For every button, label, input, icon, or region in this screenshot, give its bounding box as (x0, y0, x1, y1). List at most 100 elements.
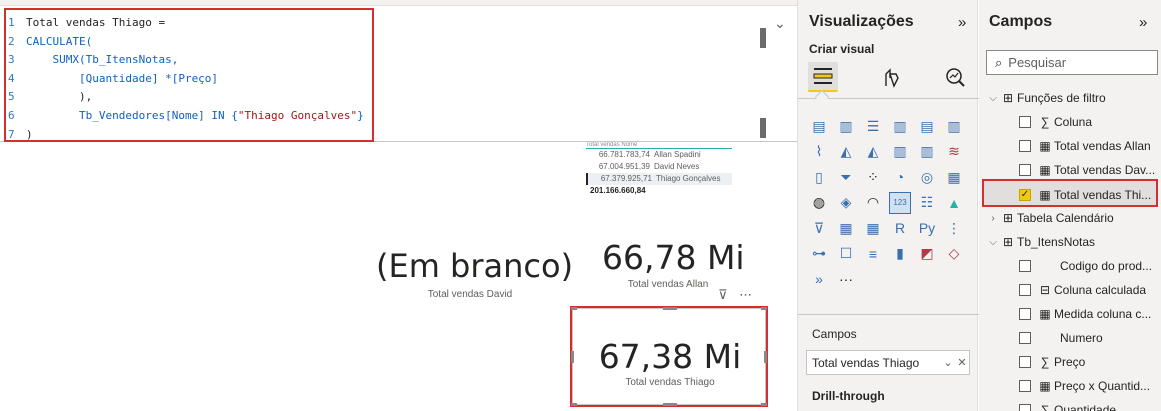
chevron-down-icon[interactable]: ⌄ (941, 356, 955, 369)
key-influencers-icon[interactable]: ⋮ (943, 217, 965, 239)
resize-handle-corner[interactable] (571, 403, 577, 406)
area-chart-icon[interactable]: ◭ (835, 141, 857, 163)
code-line[interactable]: 1 Total vendas Thiago = (8, 14, 372, 33)
r-visual-icon[interactable]: R (889, 217, 911, 239)
table-icon[interactable]: ▦ (835, 217, 857, 239)
field-item[interactable]: ▦ Preço x Quantid... (1019, 375, 1150, 397)
field-item[interactable]: ▦ Medida coluna c... (1019, 303, 1151, 325)
filter-icon[interactable]: ⊽ (718, 287, 728, 302)
collapse-visualizations-icon[interactable]: » (958, 14, 966, 31)
field-checkbox[interactable] (1019, 284, 1031, 296)
more-options-icon[interactable]: ⋯ (739, 287, 752, 302)
stacked-column-icon[interactable]: ▥ (835, 115, 857, 137)
kpi-icon[interactable]: ▲ (943, 192, 965, 214)
card-thiago-selected[interactable]: 67,38 Mi Total vendas Thiago (570, 306, 768, 407)
field-checkbox[interactable] (1019, 164, 1031, 176)
pie-chart-icon[interactable]: ◔ (889, 166, 911, 188)
percent-bar-icon[interactable]: ▤ (916, 115, 938, 137)
scatter-icon[interactable]: ⁘ (862, 166, 884, 188)
field-checkbox[interactable] (1019, 332, 1031, 344)
resize-handle-top[interactable] (663, 307, 677, 310)
treemap-icon[interactable]: ▦ (943, 166, 965, 188)
chevron-down-icon[interactable]: ⌵ (987, 93, 999, 104)
decomposition-tree-icon[interactable]: ⊶ (808, 243, 830, 265)
field-item[interactable]: ∑ Quantidade (1019, 399, 1116, 411)
build-visual-icon[interactable] (808, 62, 838, 92)
code-line[interactable]: 4 [Quantidade] *[Preço] (8, 70, 372, 89)
table-visual[interactable]: Total vendas Nome 66.781.783,74 Allan Spa… (586, 142, 732, 197)
waterfall-icon[interactable]: ▯ (808, 166, 830, 188)
field-checkbox[interactable] (1019, 140, 1031, 152)
clustered-bar-icon[interactable]: ☰ (862, 115, 884, 137)
more-visuals-icon[interactable]: ··· (835, 268, 857, 290)
code-line[interactable]: 6 Tb_Vendedores[Nome] IN {"Thiago Gonçal… (8, 107, 372, 126)
filled-map-icon[interactable]: ◈ (835, 192, 857, 214)
power-automate-icon[interactable]: » (808, 268, 830, 290)
paginated-report-icon[interactable]: ▮ (889, 243, 911, 265)
table-node[interactable]: ⌵ ⊞ Tb_ItensNotas (987, 231, 1095, 253)
resize-handle-corner[interactable] (761, 403, 767, 406)
ribbon-chart-icon[interactable]: ≋ (943, 141, 965, 163)
code-line[interactable]: 7) (8, 126, 372, 145)
editor-scrollbar-thumb[interactable] (760, 28, 766, 48)
field-checkbox[interactable] (1019, 260, 1031, 272)
smart-narrative-icon[interactable]: ≡ (862, 243, 884, 265)
search-box[interactable]: ⌕ Pesquisar (986, 50, 1158, 75)
table-node[interactable]: › ⊞ Tabela Calendário (987, 207, 1113, 229)
editor-scrollbar-end[interactable] (760, 118, 766, 138)
table-row[interactable]: 66.781.783,74 Allan Spadini (586, 149, 732, 161)
field-checkbox[interactable] (1019, 356, 1031, 368)
collapse-fields-icon[interactable]: » (1139, 14, 1147, 31)
chevron-down-icon[interactable]: ⌵ (987, 237, 999, 248)
field-item[interactable]: ✓ ▦ Total vendas Thi... (1019, 184, 1151, 206)
table-node[interactable]: ⌵ ⊞ Funções de filtro (987, 87, 1106, 109)
multirow-card-icon[interactable]: ☷ (916, 192, 938, 214)
line-stacked-column-icon[interactable]: ▥ (916, 141, 938, 163)
chevron-right-icon[interactable]: › (987, 213, 999, 224)
code-line[interactable]: 2 CALCULATE( (8, 33, 372, 52)
field-item[interactable]: ▦ Total vendas Dav... (1019, 159, 1155, 181)
qa-icon[interactable]: ☐ (835, 243, 857, 265)
table-row[interactable]: 67.004.951,39 David Neves (586, 161, 732, 173)
formula-bar[interactable]: 1 Total vendas Thiago = 2 CALCULATE(3 SUMX(… (0, 6, 797, 142)
percent-column-icon[interactable]: ▥ (943, 115, 965, 137)
line-column-icon[interactable]: ▥ (889, 141, 911, 163)
format-visual-icon[interactable] (876, 62, 906, 92)
report-canvas[interactable]: 1 Total vendas Thiago = 2 CALCULATE(3 SUMX(… (0, 0, 797, 411)
line-chart-icon[interactable]: ⌇ (808, 141, 830, 163)
field-checkbox[interactable]: ✓ (1019, 189, 1031, 201)
dax-editor[interactable]: 1 Total vendas Thiago = 2 CALCULATE(3 SUMX(… (4, 8, 374, 142)
field-item[interactable]: ▦ Total vendas Allan (1019, 135, 1151, 157)
matrix-icon[interactable]: ▦ (862, 217, 884, 239)
python-visual-icon[interactable]: Py (916, 217, 938, 239)
funnel-icon[interactable]: ⏷ (835, 166, 857, 188)
field-item[interactable]: ⊟ Coluna calculada (1019, 279, 1146, 301)
power-apps-icon[interactable]: ◇ (943, 243, 965, 265)
field-item[interactable]: Numero (1019, 327, 1103, 349)
stacked-area-icon[interactable]: ◭ (862, 141, 884, 163)
field-checkbox[interactable] (1019, 308, 1031, 320)
stacked-bar-icon[interactable]: ▤ (808, 115, 830, 137)
donut-chart-icon[interactable]: ◎ (916, 166, 938, 188)
card-icon[interactable]: 123 (889, 191, 911, 214)
analytics-icon[interactable] (940, 62, 970, 92)
resize-handle-corner[interactable] (571, 307, 577, 310)
field-checkbox[interactable] (1019, 116, 1031, 128)
clustered-column-icon[interactable]: ▥ (889, 115, 911, 137)
resize-handle-corner[interactable] (761, 307, 767, 310)
slicer-icon[interactable]: ⊽ (808, 217, 830, 239)
arcgis-map-icon[interactable]: ◩ (916, 243, 938, 265)
resize-handle-bottom[interactable] (663, 403, 677, 406)
close-icon[interactable]: ✕ (955, 356, 969, 369)
field-item[interactable]: ∑ Coluna (1019, 111, 1092, 133)
field-checkbox[interactable] (1019, 380, 1031, 392)
code-line[interactable]: 5 ), (8, 88, 372, 107)
gauge-icon[interactable]: ◠ (862, 192, 884, 214)
field-checkbox[interactable] (1019, 404, 1031, 411)
map-icon[interactable]: ◍ (808, 192, 830, 214)
chevron-down-icon[interactable]: ⌄ (774, 16, 788, 30)
code-line[interactable]: 3 SUMX(Tb_ItensNotas, (8, 51, 372, 70)
field-well[interactable]: Total vendas Thiago ⌄ ✕ (806, 350, 970, 375)
field-item[interactable]: ∑ Preço (1019, 351, 1085, 373)
field-item[interactable]: Codigo do prod... (1019, 255, 1152, 277)
